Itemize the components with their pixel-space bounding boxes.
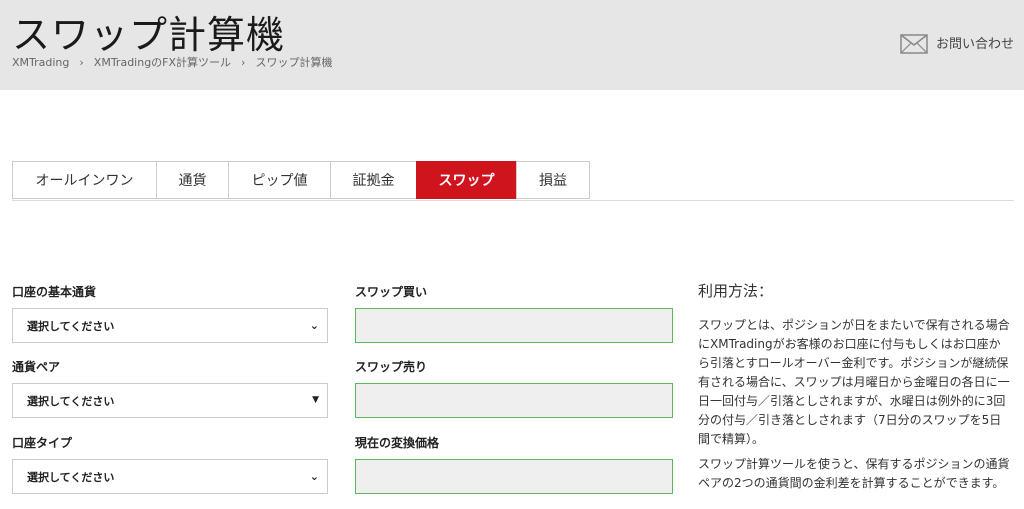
tab-margin[interactable]: 証拠金 — [330, 161, 416, 199]
currency-pair-value: 選択してください — [27, 394, 115, 408]
contact-link[interactable]: お問い合わせ — [900, 30, 1014, 54]
base-currency-select[interactable]: 選択してください ⌄ — [12, 308, 328, 343]
breadcrumb-home[interactable]: XMTrading — [12, 56, 69, 69]
page-header: スワップ計算機 XMTrading › XMTradingのFX計算ツール › … — [0, 0, 1024, 90]
account-type-label: 口座タイプ — [12, 436, 73, 450]
account-type-value: 選択してください — [27, 470, 115, 484]
breadcrumb: XMTrading › XMTradingのFX計算ツール › スワップ計算機 — [12, 54, 332, 70]
contact-label: お問い合わせ — [935, 36, 1014, 52]
tab-all-in-one[interactable]: オールインワン — [12, 161, 156, 199]
envelope-icon — [900, 34, 928, 54]
swap-sell-output — [355, 383, 673, 418]
breadcrumb-tools[interactable]: XMTradingのFX計算ツール — [94, 54, 231, 70]
tab-currency[interactable]: 通貨 — [156, 161, 228, 199]
howto-paragraph-2: スワップ計算ツールを使うと、保有するポジションの通貨ペアの2つの通貨間の金利差を… — [698, 457, 1010, 490]
base-currency-value: 選択してください — [27, 319, 115, 333]
chevron-right-icon: › — [79, 55, 84, 69]
chevron-down-icon: ⌄ — [309, 470, 319, 483]
breadcrumb-current: スワップ計算機 — [255, 56, 333, 69]
currency-pair-select[interactable]: 選択してください ▼ — [12, 383, 328, 418]
account-type-select[interactable]: 選択してください ⌄ — [12, 459, 328, 494]
conversion-rate-output — [355, 459, 673, 494]
tab-pip-value[interactable]: ピップ値 — [228, 161, 330, 199]
page-title: スワップ計算機 — [12, 13, 286, 57]
chevron-down-icon: ⌄ — [309, 319, 319, 332]
howto-paragraph-1: スワップとは、ポジションが日をまたいで保有される場合にXMTradingがお客様… — [698, 318, 1010, 446]
currency-pair-label: 通貨ペア — [12, 360, 61, 374]
conversion-rate-label: 現在の変換価格 — [355, 436, 440, 450]
tab-swap[interactable]: スワップ — [416, 161, 516, 199]
swap-buy-output — [355, 308, 673, 343]
tab-profit-loss[interactable]: 損益 — [516, 161, 590, 199]
calculator-tabs: オールインワン 通貨 ピップ値 証拠金 スワップ 損益 — [12, 161, 1014, 201]
base-currency-label: 口座の基本通貨 — [12, 285, 97, 299]
chevron-right-icon: › — [241, 55, 246, 69]
swap-sell-label: スワップ売り — [355, 360, 428, 374]
caret-down-icon: ▼ — [312, 395, 319, 405]
swap-buy-label: スワップ買い — [355, 285, 428, 299]
howto-title: 利用方法： — [698, 282, 774, 300]
